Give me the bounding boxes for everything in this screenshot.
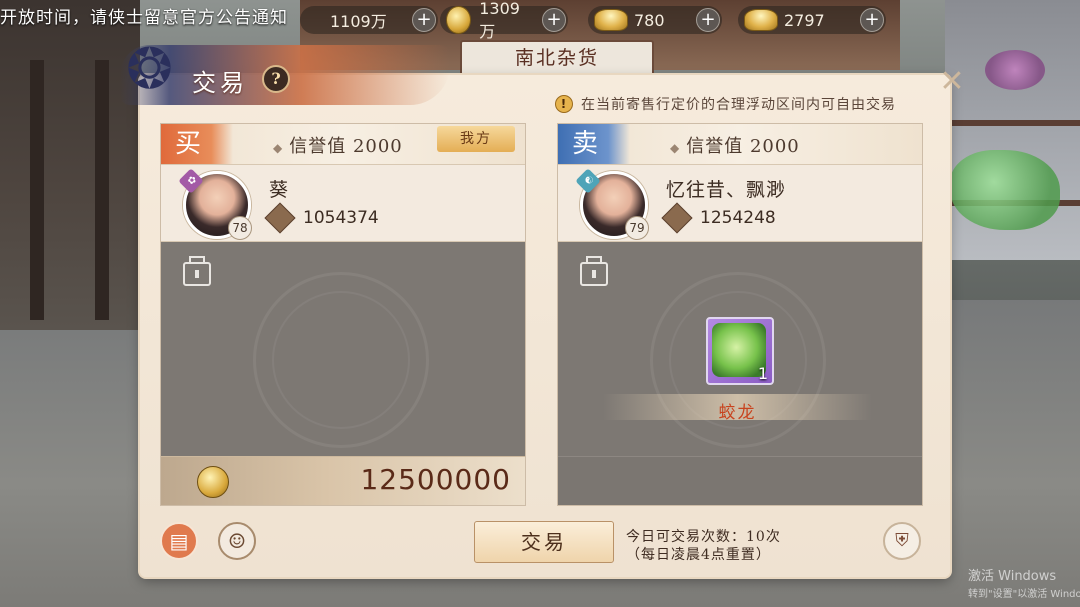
buyer-header: 买 ◆ 信誉值 2000 我方 — [161, 124, 525, 165]
buyer-avatar[interactable]: ✿ 78 — [178, 168, 252, 240]
buyer-offer-area[interactable]: 12500000 — [161, 242, 525, 505]
lock-icon[interactable] — [183, 256, 211, 286]
panel-title-banner: ❂ 交易 ? — [120, 35, 450, 115]
gold-value: 1309万 — [479, 0, 520, 41]
sell-tag: 卖 — [558, 124, 630, 164]
panel-title: 交易 — [192, 69, 248, 97]
buyer-profile: ✿ 78 葵 1054374 — [161, 165, 525, 242]
add-silver-button[interactable]: + — [412, 8, 436, 32]
item-slot[interactable]: 1 — [706, 317, 774, 385]
seller-level: 79 — [625, 216, 649, 240]
seller-credit: ◆ 信誉值 2000 — [670, 136, 800, 157]
my-side-badge: 我方 — [437, 126, 515, 152]
add-gold-button[interactable]: + — [542, 8, 566, 32]
resource-ingot: 780 + — [588, 6, 722, 34]
faction-badge-icon: ☯ — [575, 168, 601, 194]
lotus-plants — [950, 150, 1060, 230]
item-quantity: 1 — [757, 364, 768, 383]
trade-count-line: 今日可交易次数：10次 — [626, 529, 781, 545]
seller-score: 1254248 — [661, 202, 776, 234]
seller-name: 忆往昔、飘渺 — [666, 179, 787, 201]
price-tip: ! 在当前寄售行定价的合理浮动区间内可自由交易 — [555, 94, 896, 114]
buyer-credit: ◆ 信誉值 2000 — [273, 136, 403, 157]
warning-icon: ! — [555, 95, 573, 113]
score-emblem-icon — [661, 202, 693, 234]
seller-header: 卖 ◆ 信誉值 2000 — [558, 124, 922, 165]
seller-avatar[interactable]: ☯ 79 — [575, 168, 649, 240]
gold-ingot-value: 2797 — [784, 10, 825, 30]
gold-ingot-icon — [744, 9, 778, 31]
add-ingot-button[interactable]: + — [696, 8, 720, 32]
emoji-button[interactable]: ☺ — [218, 522, 256, 560]
gold-coin-icon — [446, 6, 472, 34]
trade-button[interactable]: 交易 — [474, 521, 614, 563]
resource-gold: 1309万 + — [440, 0, 568, 41]
gold-coin-icon — [197, 466, 229, 498]
buyer-level: 78 — [228, 216, 252, 240]
faction-badge-icon: ✿ — [178, 168, 204, 194]
lock-icon[interactable] — [580, 256, 608, 286]
flower-bush — [985, 50, 1045, 90]
windows-activation-watermark: 激活 Windows 转到"设置"以激活 Windows。 — [968, 569, 1080, 600]
dragon-emblem-icon: ❂ — [126, 37, 173, 102]
add-gold-ingot-button[interactable]: + — [860, 8, 884, 32]
close-icon[interactable]: ✕ — [935, 65, 969, 99]
bag-button[interactable]: ▤ — [160, 522, 198, 560]
help-icon[interactable]: ? — [262, 65, 290, 93]
price-tip-text: 在当前寄售行定价的合理浮动区间内可自由交易 — [581, 97, 896, 113]
seller-money-bar — [558, 456, 922, 505]
silver-value: 1109万 — [330, 12, 387, 31]
seller-profile: ☯ 79 忆往昔、飘渺 1254248 — [558, 165, 922, 242]
buyer-name: 葵 — [269, 179, 290, 201]
shield-icon[interactable]: ⛨ — [883, 522, 921, 560]
score-emblem-icon — [264, 202, 296, 234]
buyer-money-amount: 12500000 — [360, 463, 511, 496]
buy-tag: 买 — [161, 124, 233, 164]
ingot-icon — [594, 9, 628, 31]
resource-gold-ingot: 2797 + — [738, 6, 886, 34]
seller-section: 卖 ◆ 信誉值 2000 ☯ 79 忆往昔、飘渺 1254248 1 蛟龙 — [557, 123, 923, 506]
scrolling-notice: 开放时间，请侠士留意官方公告通知 — [0, 8, 288, 28]
buyer-score: 1054374 — [264, 202, 379, 234]
shop-sign: 南北杂货 — [460, 40, 654, 76]
item-name-bar: 蛟龙 — [603, 394, 872, 423]
trade-count-info: 今日可交易次数：10次 （每日凌晨4点重置） — [626, 528, 781, 564]
buyer-money-bar: 12500000 — [161, 456, 525, 505]
trade-reset-line: （每日凌晨4点重置） — [626, 547, 771, 563]
item-name: 蛟龙 — [718, 403, 757, 423]
left-building — [0, 0, 140, 330]
ingot-value: 780 — [634, 10, 665, 30]
seller-offer-area: 1 蛟龙 — [558, 242, 922, 505]
money-bag-watermark — [253, 272, 429, 448]
buyer-section: 买 ◆ 信誉值 2000 我方 ✿ 78 葵 1054374 12500000 — [160, 123, 526, 506]
resource-silver: 1109万 + — [300, 6, 438, 34]
